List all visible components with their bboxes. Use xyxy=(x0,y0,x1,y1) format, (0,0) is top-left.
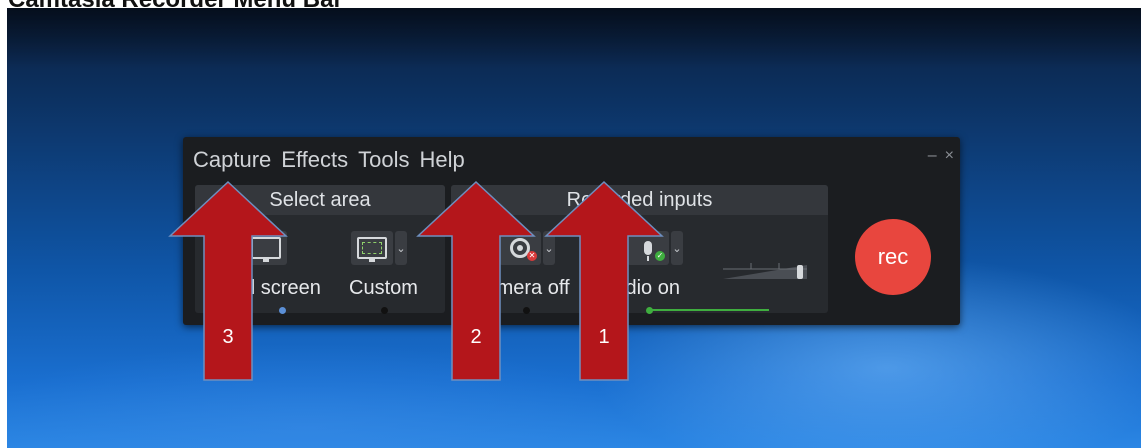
menu-help[interactable]: Help xyxy=(420,145,465,175)
chevron-down-icon: ⌄ xyxy=(672,242,682,255)
custom-option[interactable]: ⌄ xyxy=(351,231,407,265)
custom-dropdown[interactable]: ⌄ xyxy=(395,231,407,265)
audio-dropdown[interactable]: ⌄ xyxy=(671,231,683,265)
annotation-number-2: 2 xyxy=(470,326,482,348)
minimize-button[interactable]: – xyxy=(928,147,937,165)
chevron-down-icon: ⌄ xyxy=(396,242,406,255)
custom-indicator xyxy=(381,307,388,314)
menu-tools[interactable]: Tools xyxy=(358,145,409,175)
monitor-dashed-icon xyxy=(357,237,387,262)
window-controls: – × xyxy=(928,147,954,165)
record-button[interactable]: rec xyxy=(855,219,931,295)
annotation-arrow-2 xyxy=(416,180,536,381)
audio-indicator-line xyxy=(651,309,769,311)
annotation-arrow-3 xyxy=(168,180,288,381)
menu-bar: Capture Effects Tools Help xyxy=(193,145,465,175)
custom-button[interactable] xyxy=(351,231,393,265)
annotation-arrow-1 xyxy=(544,180,664,381)
volume-thumb xyxy=(797,265,803,279)
volume-slider[interactable] xyxy=(723,257,807,281)
custom-label: Custom xyxy=(349,277,418,299)
menu-effects[interactable]: Effects xyxy=(281,145,348,175)
close-button[interactable]: × xyxy=(945,147,954,165)
annotation-number-3: 3 xyxy=(222,326,234,348)
menu-capture[interactable]: Capture xyxy=(193,145,271,175)
annotation-number-1: 1 xyxy=(598,326,610,348)
